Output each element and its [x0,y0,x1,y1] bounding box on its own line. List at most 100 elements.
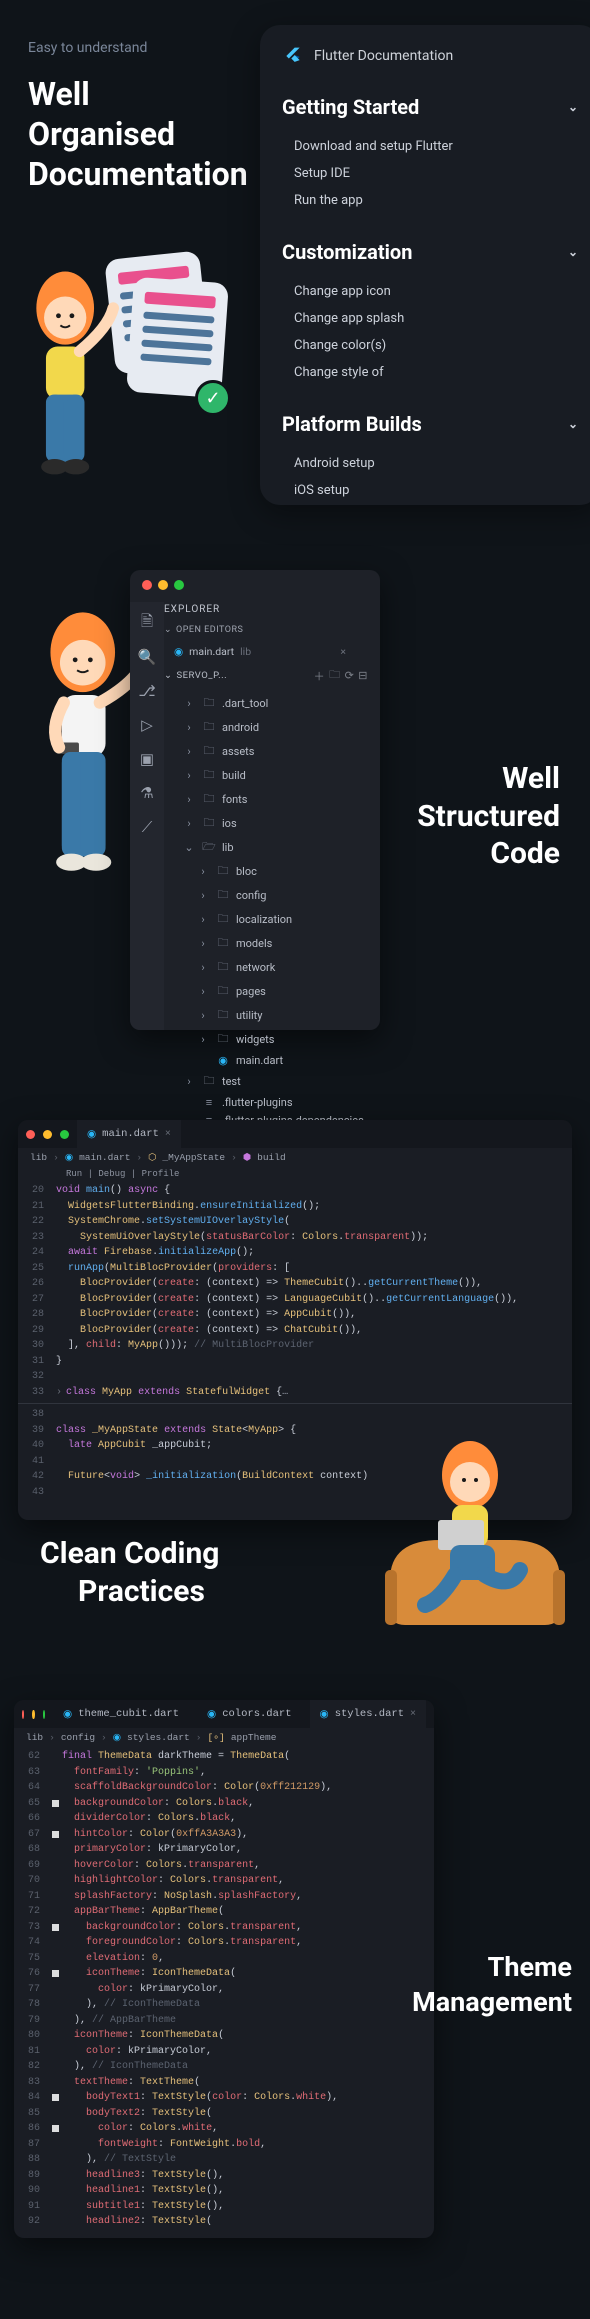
source-control-icon[interactable]: ⎇ [138,682,156,700]
documentation-card: Flutter Documentation Getting Started⌄Do… [260,25,590,505]
tab-label: colors.dart [222,1708,291,1720]
crumb-item[interactable]: styles.dart [127,1732,190,1743]
open-editor-tab[interactable]: ◉ main.dart lib × [174,645,346,658]
doc-item[interactable]: Setup IDE [294,160,578,187]
line-number: 84 [22,2090,52,2106]
expand-icon: › [182,817,196,830]
editor-tab[interactable]: ◉ main.dart × [77,1120,181,1148]
line-number: 31 [26,1354,56,1370]
collapse-icon[interactable]: ⊟ [358,669,368,682]
folder-icon: 🗀 [216,910,230,929]
doc-item[interactable]: Change app icon [294,278,578,305]
refresh-icon[interactable]: ⟳ [345,669,355,682]
close-icon[interactable]: × [165,1129,171,1140]
crumb-item[interactable]: _MyAppState [162,1152,225,1163]
maximize-icon[interactable] [43,1710,45,1719]
tree-row[interactable]: ›🗀fonts [142,787,380,811]
doc-item[interactable]: Android setup [294,450,578,477]
tree-row[interactable]: ›🗀utility [142,1003,380,1027]
debug-icon[interactable]: ▷ [138,716,156,734]
documentation-illustration: ✓ [20,250,240,510]
files-icon[interactable]: 🗎 [138,614,156,632]
breadcrumb[interactable]: lib› ◉ main.dart› ⬡ _MyAppState› ⬢ build [18,1148,572,1167]
line-number: 69 [22,1858,52,1874]
editor-tab[interactable]: ◉ theme_cubit.dart [53,1700,189,1728]
close-icon[interactable]: × [340,645,346,658]
dart-file-icon: ◉ [65,1152,73,1163]
expand-icon: › [182,745,196,758]
editor-tabbar: ◉ main.dart × [18,1120,572,1148]
maximize-icon[interactable] [174,580,184,590]
tree-row[interactable]: ›🗀assets [142,739,380,763]
tree-row[interactable]: ›🗀android [142,715,380,739]
editor-tab[interactable]: ◉ styles.dart × [310,1700,427,1728]
doc-item[interactable]: Change color(s) [294,332,578,359]
maximize-icon[interactable] [60,1130,69,1139]
doc-section-header[interactable]: Customization⌄ [282,240,578,264]
code-line: 74 foregroundColor: Colors.transparent, [14,1935,434,1951]
minimize-icon[interactable] [32,1710,34,1719]
doc-item[interactable]: Run the app [294,187,578,214]
crumb-item[interactable]: lib [30,1152,47,1163]
tree-row[interactable]: ⌄🗁lib [142,835,380,859]
tree-row[interactable]: ›🗀localization [142,907,380,931]
structured-code-section: 🗎 🔍 ⎇ ▷ ▣ ⚗ ⟋ EXPLORER ⌄OPEN EDITORS ◉ m… [0,540,590,1100]
breadcrumb[interactable]: lib› config› ◉ styles.dart› [∘] appTheme [14,1728,434,1747]
collapse-icon[interactable]: › [56,1385,66,1401]
window-controls [130,570,380,600]
dart-file-icon: ◉ [174,645,183,658]
tree-row[interactable]: ◉main.dart [142,1051,380,1069]
close-icon[interactable] [26,1130,35,1139]
codelens[interactable]: Run | Debug | Profile [18,1167,572,1181]
tree-row[interactable]: ›🗀widgets [142,1027,380,1051]
flask-icon[interactable]: ⚗ [138,784,156,802]
doc-item[interactable]: Download and setup Flutter [294,133,578,160]
code-line: 66 dividerColor: Colors.black, [14,1811,434,1827]
code-line: 87 fontWeight: FontWeight.bold, [14,2137,434,2153]
chevron-down-icon: ⌄ [568,245,578,259]
new-file-icon[interactable]: ＋ [314,668,326,684]
crumb-item[interactable]: lib [26,1732,43,1743]
crumb-item[interactable]: appTheme [231,1732,277,1743]
project-root[interactable]: ⌄SERVO_P... ＋ 🗀 ⟳ ⊟ [130,662,380,689]
dart-file-icon: ◉ [320,1708,329,1721]
close-icon[interactable] [142,580,152,590]
doc-item[interactable]: iOS setup [294,477,578,504]
tree-row[interactable]: ›🗀.dart_tool [142,691,380,715]
crumb-item[interactable]: main.dart [79,1152,130,1163]
editor-tab[interactable]: ◉ colors.dart [197,1700,301,1728]
code-line: 86 color: Colors.white, [14,2121,434,2137]
line-number: 20 [26,1183,56,1199]
search-icon[interactable]: 🔍 [138,648,156,666]
flutter-icon[interactable]: ⟋ [138,818,156,836]
headline-line: Practices [40,1573,219,1611]
tree-row[interactable]: ›🗀ios [142,811,380,835]
headline-line: Theme [412,1950,572,1985]
tree-row[interactable]: ›🗀models [142,931,380,955]
minimize-icon[interactable] [158,580,168,590]
code-line: 90 headline1: TextStyle(), [14,2183,434,2199]
close-icon[interactable] [22,1710,24,1719]
tree-row[interactable]: ›🗀build [142,763,380,787]
expand-icon: › [182,769,196,782]
new-folder-icon[interactable]: 🗀 [329,666,341,685]
doc-item[interactable]: Change style of [294,359,578,386]
line-number: 25 [26,1261,56,1277]
minimize-icon[interactable] [43,1130,52,1139]
crumb-item[interactable]: config [61,1732,95,1743]
tab-hint: lib [240,645,251,658]
tree-row[interactable]: ›🗀bloc [142,859,380,883]
close-icon[interactable]: × [410,1709,416,1720]
tree-row[interactable]: ›🗀config [142,883,380,907]
tree-row[interactable]: ›🗀network [142,955,380,979]
doc-section-header[interactable]: Getting Started⌄ [282,95,578,119]
open-editors-group[interactable]: ⌄OPEN EDITORS [130,619,380,641]
tree-label: config [236,889,266,902]
tree-row[interactable]: ›🗀pages [142,979,380,1003]
doc-section-header[interactable]: Platform Builds⌄ [282,412,578,436]
tree-row[interactable]: ›🗀test [142,1069,380,1093]
line-number: 24 [26,1245,56,1261]
crumb-item[interactable]: build [257,1152,286,1163]
extensions-icon[interactable]: ▣ [138,750,156,768]
doc-item[interactable]: Change app splash [294,305,578,332]
